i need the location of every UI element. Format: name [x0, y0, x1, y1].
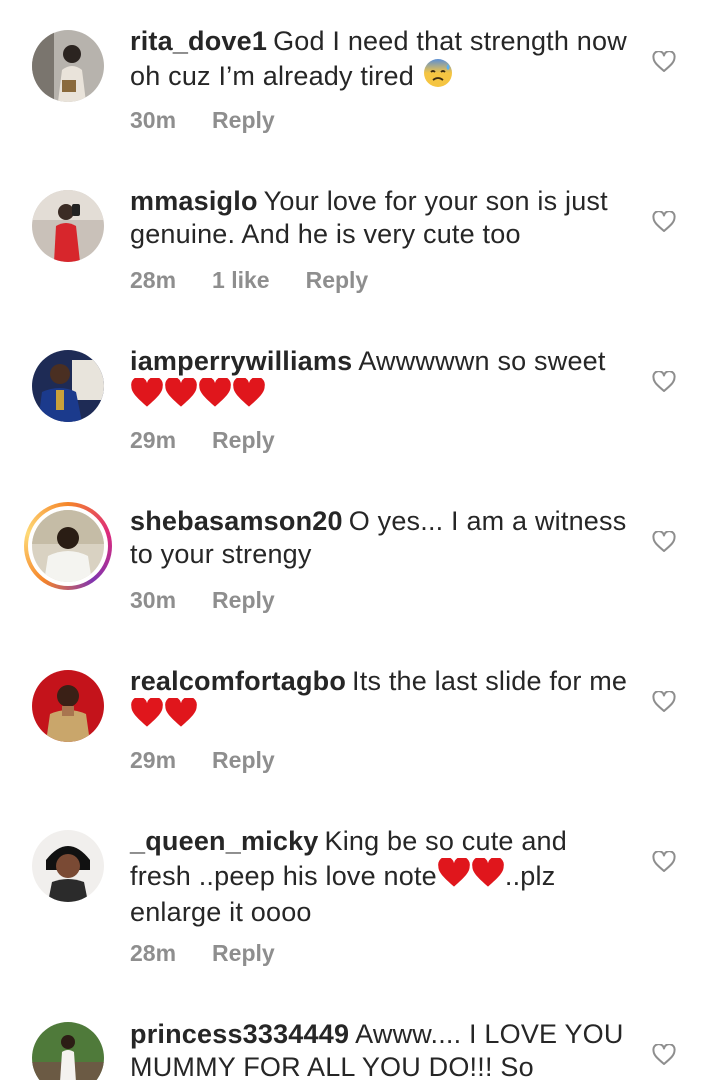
red-heart-icon [164, 376, 198, 416]
avatar[interactable] [32, 190, 104, 262]
comment-body: Awwwwwn so sweet [358, 346, 606, 376]
reply-button[interactable]: Reply [212, 587, 275, 613]
comment-meta: 29m Reply [130, 747, 311, 774]
red-heart-icon [198, 376, 232, 416]
comment: realcomfortagbo Its the last slide for me… [0, 640, 720, 800]
heart-outline-icon[interactable] [652, 1044, 676, 1066]
comment-time: 30m [130, 587, 177, 613]
comment-body: Its the last slide for me [352, 666, 628, 696]
red-heart-icon [130, 376, 164, 416]
comment-text: mmasiglo Your love for your son is just g… [130, 185, 630, 251]
comment-meta: 28m Reply [130, 940, 311, 967]
comment-username[interactable]: realcomfortagbo [130, 666, 346, 696]
comment-meta: 29m Reply [130, 427, 311, 454]
comment-time: 29m [130, 747, 177, 773]
comment-text: princess3334449 Awww.... I LOVE YOU MUMMY… [130, 1018, 630, 1080]
heart-outline-icon[interactable] [652, 531, 676, 553]
comment-text: _queen_micky King be so cute and fresh ..… [130, 825, 630, 929]
avatar[interactable] [32, 30, 104, 102]
comment: rita_dove1 God I need that strength now o… [0, 0, 720, 160]
reply-button[interactable]: Reply [306, 267, 369, 293]
reply-button[interactable]: Reply [212, 427, 275, 453]
reply-button[interactable]: Reply [212, 747, 275, 773]
comment-username[interactable]: mmasiglo [130, 186, 258, 216]
heart-outline-icon[interactable] [652, 51, 676, 73]
comment-username[interactable]: iamperrywilliams [130, 346, 352, 376]
comment-username[interactable]: shebasamson20 [130, 506, 343, 536]
comment-text: realcomfortagbo Its the last slide for me [130, 665, 630, 736]
comment-meta: 30m Reply [130, 107, 311, 134]
comment-time: 29m [130, 427, 177, 453]
avatar[interactable] [32, 350, 104, 422]
comment-username[interactable]: rita_dove1 [130, 26, 267, 56]
red-heart-icon [164, 696, 198, 736]
comment-username[interactable]: _queen_micky [130, 826, 319, 856]
comment-meta: 28m 1 like Reply [130, 267, 404, 294]
anxious-sweat-face-icon [422, 58, 454, 96]
comment-text: shebasamson20 O yes... I am a witness to … [130, 505, 630, 571]
comment: mmasiglo Your love for your son is just g… [0, 160, 720, 320]
reply-button[interactable]: Reply [212, 940, 275, 966]
comment: _queen_micky King be so cute and fresh ..… [0, 800, 720, 1000]
comment-time: 30m [130, 107, 177, 133]
comment-text: iamperrywilliams Awwwwwn so sweet [130, 345, 630, 416]
comment: iamperrywilliams Awwwwwn so sweet 29m Repl… [0, 320, 720, 480]
comment: princess3334449 Awww.... I LOVE YOU MUMMY… [0, 1000, 720, 1080]
avatar [28, 506, 108, 586]
avatar[interactable] [32, 670, 104, 742]
heart-outline-icon[interactable] [652, 691, 676, 713]
comment-likes[interactable]: 1 like [212, 267, 270, 293]
comment-time: 28m [130, 940, 177, 966]
heart-outline-icon[interactable] [652, 851, 676, 873]
red-heart-icon [130, 696, 164, 736]
avatar-story-ring[interactable] [24, 502, 112, 590]
reply-button[interactable]: Reply [212, 107, 275, 133]
heart-outline-icon[interactable] [652, 211, 676, 233]
avatar[interactable] [32, 830, 104, 902]
comment-meta: 30m Reply [130, 587, 311, 614]
comment-time: 28m [130, 267, 177, 293]
heart-outline-icon[interactable] [652, 371, 676, 393]
red-heart-icon [437, 856, 471, 896]
comment: shebasamson20 O yes... I am a witness to … [0, 480, 720, 640]
red-heart-icon [232, 376, 266, 416]
red-heart-icon [471, 856, 505, 896]
avatar[interactable] [32, 1022, 104, 1080]
comment-text: rita_dove1 God I need that strength now o… [130, 25, 630, 96]
comment-username[interactable]: princess3334449 [130, 1019, 349, 1049]
